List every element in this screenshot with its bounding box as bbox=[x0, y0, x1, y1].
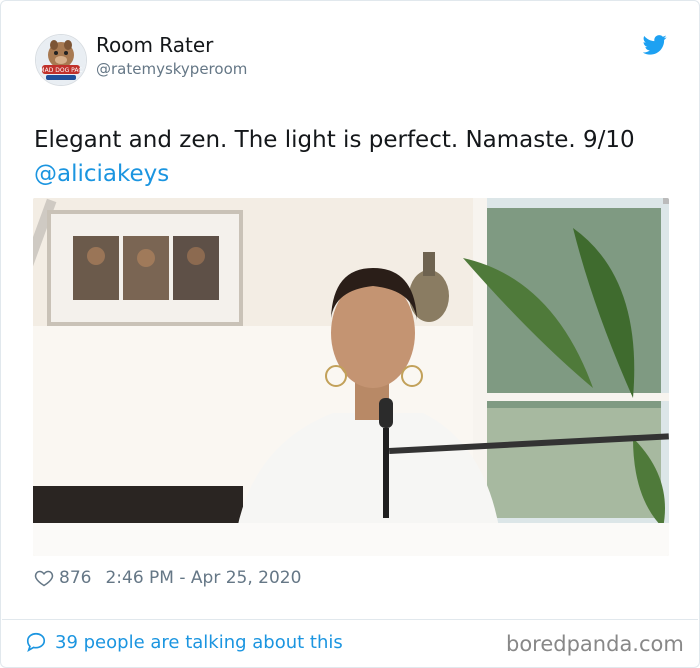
photo-illustration bbox=[33, 198, 669, 556]
user-handle[interactable]: @ratemyskyperoom bbox=[96, 60, 247, 78]
tweet-meta: 876 2:46 PM - Apr 25, 2020 bbox=[34, 568, 301, 588]
speech-bubble-icon bbox=[26, 632, 46, 653]
avatar-badge-text: MAD DOG PAC bbox=[39, 67, 82, 74]
tweet-card: MAD DOG PAC Room Rater @ratemyskyperoom … bbox=[0, 0, 700, 668]
watermark: boredpanda.com bbox=[506, 632, 684, 656]
conversation-label: 39 people are talking about this bbox=[55, 631, 343, 653]
mention-link[interactable]: @aliciakeys bbox=[34, 157, 674, 191]
twitter-bird-icon[interactable] bbox=[643, 35, 667, 55]
avatar[interactable]: MAD DOG PAC bbox=[35, 34, 87, 86]
tweet-timestamp[interactable]: 2:46 PM - Apr 25, 2020 bbox=[105, 568, 301, 588]
tweet-body: Elegant and zen. The light is perfect. N… bbox=[34, 127, 635, 153]
conversation-link[interactable]: 39 people are talking about this bbox=[25, 631, 343, 653]
like-count: 876 bbox=[59, 568, 92, 588]
bulldog-logo-icon: MAD DOG PAC bbox=[36, 35, 86, 85]
display-name[interactable]: Room Rater bbox=[96, 33, 213, 57]
tweet-photo[interactable] bbox=[33, 198, 669, 556]
tweet-text: Elegant and zen. The light is perfect. N… bbox=[34, 123, 674, 191]
heart-icon[interactable] bbox=[34, 568, 54, 588]
divider bbox=[2, 619, 698, 620]
